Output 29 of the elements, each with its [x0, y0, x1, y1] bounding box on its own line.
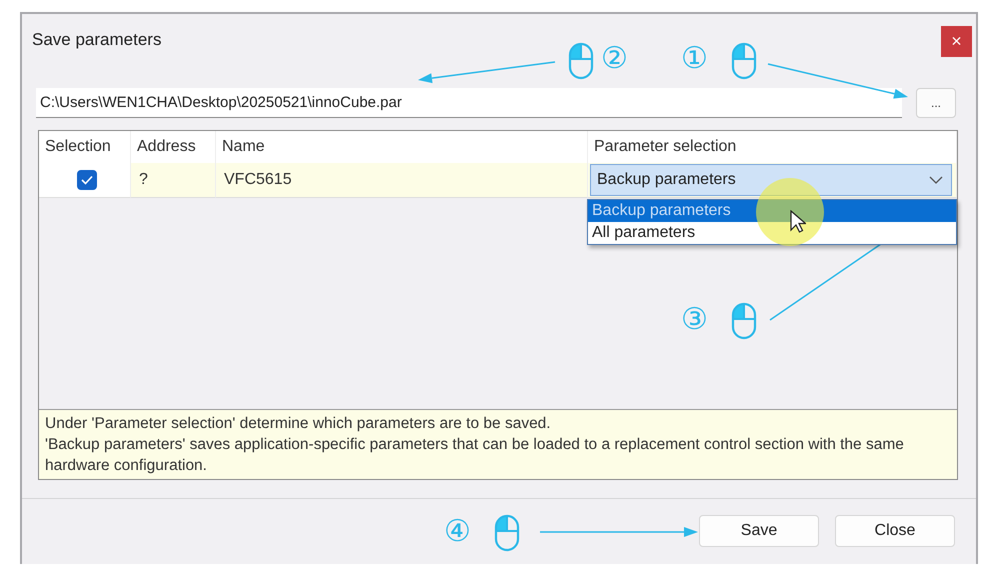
check-icon [81, 175, 93, 185]
dropdown-option[interactable]: Backup parameters [588, 200, 956, 222]
table-cell: VFC5615 [216, 163, 588, 198]
browse-button[interactable]: ... [916, 88, 956, 118]
column-header: Parameter selection [588, 131, 957, 163]
step-number: ① [681, 44, 708, 74]
mouse-icon [494, 514, 520, 552]
mouse-icon [731, 302, 757, 340]
table-cell: ? [131, 163, 216, 198]
parameter-dropdown[interactable]: Backup parameters [590, 164, 952, 196]
column-header: Address [131, 131, 216, 163]
close-button[interactable]: × [941, 26, 972, 57]
mouse-icon [568, 42, 594, 80]
step-number: ④ [444, 517, 471, 547]
save-button[interactable]: Save [699, 515, 819, 547]
step-number: ③ [681, 305, 708, 335]
close-button[interactable]: Close [835, 515, 955, 547]
window-title: Save parameters [32, 30, 162, 50]
pointer-icon [790, 210, 806, 234]
mouse-icon [731, 42, 757, 80]
dropdown-option[interactable]: All parameters [588, 222, 956, 244]
column-header: Selection [39, 131, 131, 163]
file-path-field[interactable]: C:\Users\WEN1CHA\Desktop\20250521\innoCube.par [36, 88, 902, 118]
chevron-icon [929, 176, 943, 184]
help-text: Under 'Parameter selection' determine which parameters are to be saved. [45, 414, 552, 434]
selection-checkbox[interactable] [77, 170, 97, 190]
step-number: ② [601, 44, 628, 74]
help-text: 'Backup parameters' saves application-specific parameters that can be loaded to a replacement control section with the same hardware configuration. [45, 435, 905, 476]
column-header: Name [216, 131, 588, 163]
